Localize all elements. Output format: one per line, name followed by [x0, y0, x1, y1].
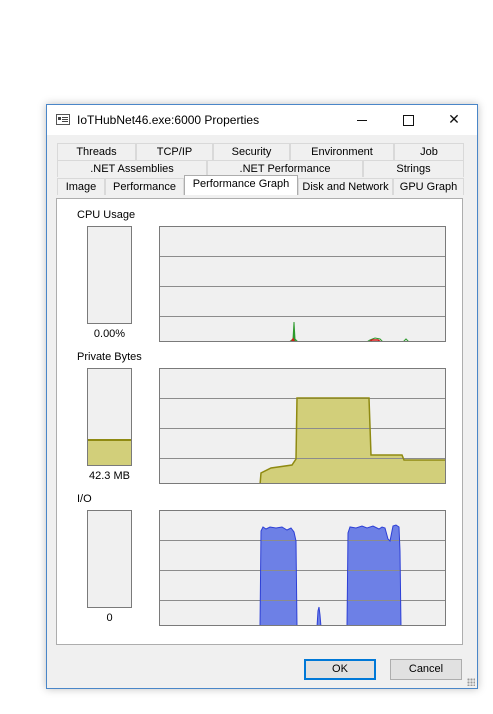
resize-grip-icon[interactable] [467, 678, 475, 686]
performance-graph-panel: CPU Usage 0.00% Private Bytes 42.3 MB I/… [56, 198, 463, 645]
private-bytes-value: 42.3 MB [89, 470, 130, 482]
io-label: I/O [77, 493, 92, 505]
tab-performance-graph[interactable]: Performance Graph [184, 175, 298, 195]
private-bytes-label: Private Bytes [77, 351, 142, 363]
private-bytes-meter [87, 368, 132, 466]
private-bytes-graph [159, 368, 446, 484]
ok-button[interactable]: OK [304, 659, 376, 680]
maximize-button[interactable] [385, 105, 431, 135]
cpu-usage-value: 0.00% [93, 328, 126, 340]
minimize-icon [357, 119, 367, 121]
tab-image[interactable]: Image [57, 178, 105, 195]
window-title: IoTHubNet46.exe:6000 Properties [77, 113, 260, 127]
close-icon: ✕ [448, 112, 460, 128]
io-meter [87, 510, 132, 608]
tab-tcp-ip[interactable]: TCP/IP [136, 143, 213, 160]
cpu-usage-label: CPU Usage [77, 209, 136, 221]
tab-environment[interactable]: Environment [290, 143, 394, 160]
tab-gpu-graph[interactable]: GPU Graph [393, 178, 464, 195]
io-graph [159, 510, 446, 626]
io-value: 0 [106, 612, 113, 624]
tab-disk-and-network[interactable]: Disk and Network [298, 178, 393, 195]
properties-window: IoTHubNet46.exe:6000 Properties ✕ Thread… [46, 104, 478, 689]
title-bar[interactable]: IoTHubNet46.exe:6000 Properties ✕ [47, 105, 477, 135]
tab-security[interactable]: Security [213, 143, 290, 160]
minimize-button[interactable] [339, 105, 385, 135]
cpu-usage-graph [159, 226, 446, 342]
app-icon [56, 114, 70, 125]
tab-threads[interactable]: Threads [57, 143, 136, 160]
tab-strings[interactable]: Strings [363, 160, 464, 177]
tab-job[interactable]: Job [394, 143, 464, 160]
private-bytes-meter-fill [88, 439, 131, 465]
cancel-button[interactable]: Cancel [390, 659, 462, 680]
close-button[interactable]: ✕ [431, 105, 477, 135]
tab-performance[interactable]: Performance [105, 178, 184, 195]
maximize-icon [402, 114, 414, 126]
cpu-usage-meter [87, 226, 132, 324]
